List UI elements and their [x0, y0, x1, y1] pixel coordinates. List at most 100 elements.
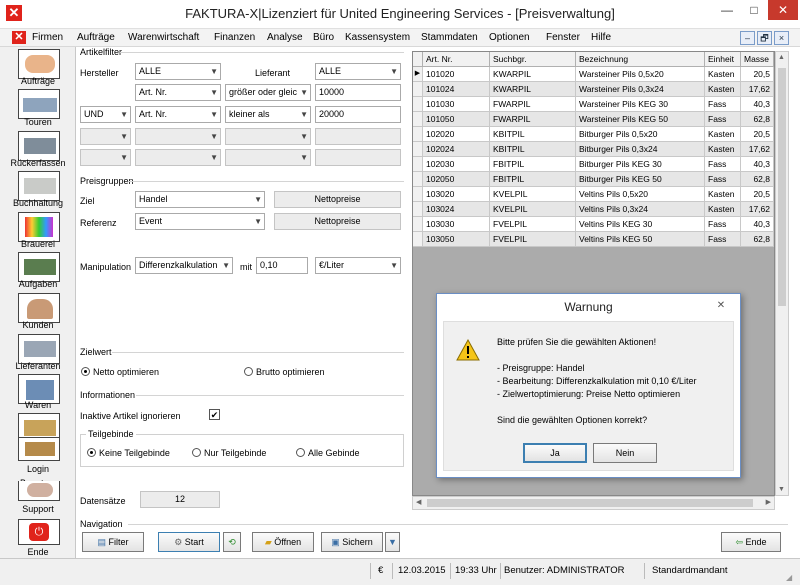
sichern-button[interactable]: ▣ Sichern: [321, 532, 383, 552]
mdi-restore-button[interactable]: 🗗: [757, 31, 772, 45]
ziel-select[interactable]: Handel ▼: [135, 191, 265, 208]
table-cell-masse[interactable]: 17,62: [741, 82, 774, 97]
table-cell-bezeichnung[interactable]: Warsteiner Pils KEG 30: [576, 97, 705, 112]
table-cell-bezeichnung[interactable]: Bitburger Pils KEG 30: [576, 157, 705, 172]
horizontal-scrollbar[interactable]: ◀ ▶: [412, 496, 775, 510]
vertical-scrollbar[interactable]: ▲ ▼: [775, 51, 789, 496]
table-cell-suchbgr[interactable]: KBITPIL: [490, 127, 576, 142]
nav-rueckerfassen-button[interactable]: [18, 131, 60, 161]
row-selector[interactable]: [413, 172, 423, 187]
nav-support-button[interactable]: [18, 481, 60, 501]
filter-button[interactable]: ▤ Filter: [82, 532, 144, 552]
row-selector[interactable]: [413, 187, 423, 202]
row-selector[interactable]: [413, 232, 423, 247]
nav-login-extra-button[interactable]: [18, 437, 60, 461]
nav-kunden-button[interactable]: [18, 293, 60, 323]
menu-fenster[interactable]: Fenster: [546, 32, 580, 43]
table-cell-suchbgr[interactable]: KVELPIL: [490, 187, 576, 202]
row-selector[interactable]: [413, 217, 423, 232]
table-cell-bezeichnung[interactable]: Bitburger Pils KEG 50: [576, 172, 705, 187]
netto-label[interactable]: Netto optimieren: [93, 367, 159, 377]
table-cell-masse[interactable]: 17,62: [741, 202, 774, 217]
row-selector[interactable]: [413, 97, 423, 112]
scroll-up-icon[interactable]: ▲: [778, 54, 785, 61]
table-cell-artnr[interactable]: 102024: [423, 142, 490, 157]
table-cell-bezeichnung[interactable]: Warsteiner Pils 0,5x20: [576, 67, 705, 82]
resize-grip-icon[interactable]: ◢: [786, 573, 792, 582]
app-menu-icon[interactable]: ✕: [12, 31, 26, 44]
filter2-logic-select[interactable]: UND ▼: [80, 106, 131, 123]
table-cell-masse[interactable]: 40,3: [741, 217, 774, 232]
row-selector[interactable]: [413, 142, 423, 157]
nav-buchhaltung-button[interactable]: [18, 171, 60, 201]
column-header-masse[interactable]: Masse: [741, 52, 774, 67]
table-cell-suchbgr[interactable]: FBITPIL: [490, 157, 576, 172]
close-button[interactable]: ✕: [768, 0, 798, 20]
table-cell-masse[interactable]: 20,5: [741, 67, 774, 82]
brutto-label[interactable]: Brutto optimieren: [256, 367, 325, 377]
refresh-icon[interactable]: ⟲: [223, 532, 241, 552]
table-cell-artnr[interactable]: 101050: [423, 112, 490, 127]
filter2-operator-select[interactable]: kleiner als ▼: [225, 106, 311, 123]
table-cell-bezeichnung[interactable]: Bitburger Pils 0,3x24: [576, 142, 705, 157]
nur-teilgebinde-radio[interactable]: [192, 448, 201, 457]
ende-button[interactable]: ⇦ Ende: [721, 532, 781, 552]
inaktive-checkbox[interactable]: ✔: [209, 409, 220, 420]
row-selector[interactable]: [413, 202, 423, 217]
sichern-dropdown-icon[interactable]: ▼: [385, 532, 400, 552]
table-cell-suchbgr[interactable]: KBITPIL: [490, 142, 576, 157]
table-cell-suchbgr[interactable]: KWARPIL: [490, 82, 576, 97]
table-cell-einheit[interactable]: Fass: [705, 112, 741, 127]
table-cell-bezeichnung[interactable]: Veltins Pils KEG 50: [576, 232, 705, 247]
mdi-close-button[interactable]: ×: [774, 31, 789, 45]
dialog-no-button[interactable]: Nein: [593, 443, 657, 463]
unit-select[interactable]: €/Liter ▼: [315, 257, 401, 274]
alle-gebinde-radio[interactable]: [296, 448, 305, 457]
filter1-value-input[interactable]: 10000: [315, 84, 401, 101]
maximize-button[interactable]: □: [741, 0, 767, 20]
menu-buero[interactable]: Büro: [313, 32, 334, 43]
filter2-value-input[interactable]: 20000: [315, 106, 401, 123]
mit-value-input[interactable]: 0,10: [256, 257, 308, 274]
table-cell-suchbgr[interactable]: FVELPIL: [490, 232, 576, 247]
table-cell-einheit[interactable]: Fass: [705, 97, 741, 112]
table-cell-suchbgr[interactable]: FVELPIL: [490, 217, 576, 232]
table-cell-suchbgr[interactable]: KWARPIL: [490, 67, 576, 82]
lieferant-select[interactable]: ALLE ▼: [315, 63, 401, 80]
nav-brauerei-button[interactable]: [18, 212, 60, 242]
oeffnen-button[interactable]: ▰ Öffnen: [252, 532, 314, 552]
table-cell-artnr[interactable]: 101024: [423, 82, 490, 97]
table-cell-bezeichnung[interactable]: Veltins Pils KEG 30: [576, 217, 705, 232]
table-cell-artnr[interactable]: 103030: [423, 217, 490, 232]
nav-ende-button[interactable]: ⏻: [18, 519, 60, 545]
row-selector[interactable]: ▶: [413, 67, 423, 82]
table-cell-artnr[interactable]: 103050: [423, 232, 490, 247]
table-cell-suchbgr[interactable]: KVELPIL: [490, 202, 576, 217]
filter2-field-select[interactable]: Art. Nr. ▼: [135, 106, 221, 123]
menu-stammdaten[interactable]: Stammdaten: [421, 32, 478, 43]
row-selector[interactable]: [413, 112, 423, 127]
nav-aufgaben-button[interactable]: [18, 252, 60, 282]
nav-lieferanten-button[interactable]: [18, 334, 60, 364]
menu-analyse[interactable]: Analyse: [267, 32, 303, 43]
scroll-down-icon[interactable]: ▼: [778, 486, 785, 493]
column-header-bezeichnung[interactable]: Bezeichnung: [576, 52, 705, 67]
table-cell-artnr[interactable]: 102020: [423, 127, 490, 142]
row-selector[interactable]: [413, 127, 423, 142]
menu-optionen[interactable]: Optionen: [489, 32, 530, 43]
filter1-operator-select[interactable]: größer oder gleic ▼: [225, 84, 311, 101]
table-cell-einheit[interactable]: Fass: [705, 232, 741, 247]
column-header-artnr[interactable]: Art. Nr.: [423, 52, 490, 67]
menu-warenwirtschaft[interactable]: Warenwirtschaft: [128, 32, 199, 43]
table-cell-einheit[interactable]: Kasten: [705, 67, 741, 82]
dialog-close-button[interactable]: ✕: [712, 300, 730, 314]
menu-auftraege[interactable]: Aufträge: [77, 32, 115, 43]
table-cell-artnr[interactable]: 101020: [423, 67, 490, 82]
table-cell-einheit[interactable]: Kasten: [705, 142, 741, 157]
brutto-radio[interactable]: [244, 367, 253, 376]
table-cell-artnr[interactable]: 101030: [423, 97, 490, 112]
table-cell-masse[interactable]: 40,3: [741, 97, 774, 112]
minimize-button[interactable]: —: [714, 0, 740, 20]
nur-teilgebinde-label[interactable]: Nur Teilgebinde: [204, 448, 266, 458]
table-cell-bezeichnung[interactable]: Veltins Pils 0,5x20: [576, 187, 705, 202]
